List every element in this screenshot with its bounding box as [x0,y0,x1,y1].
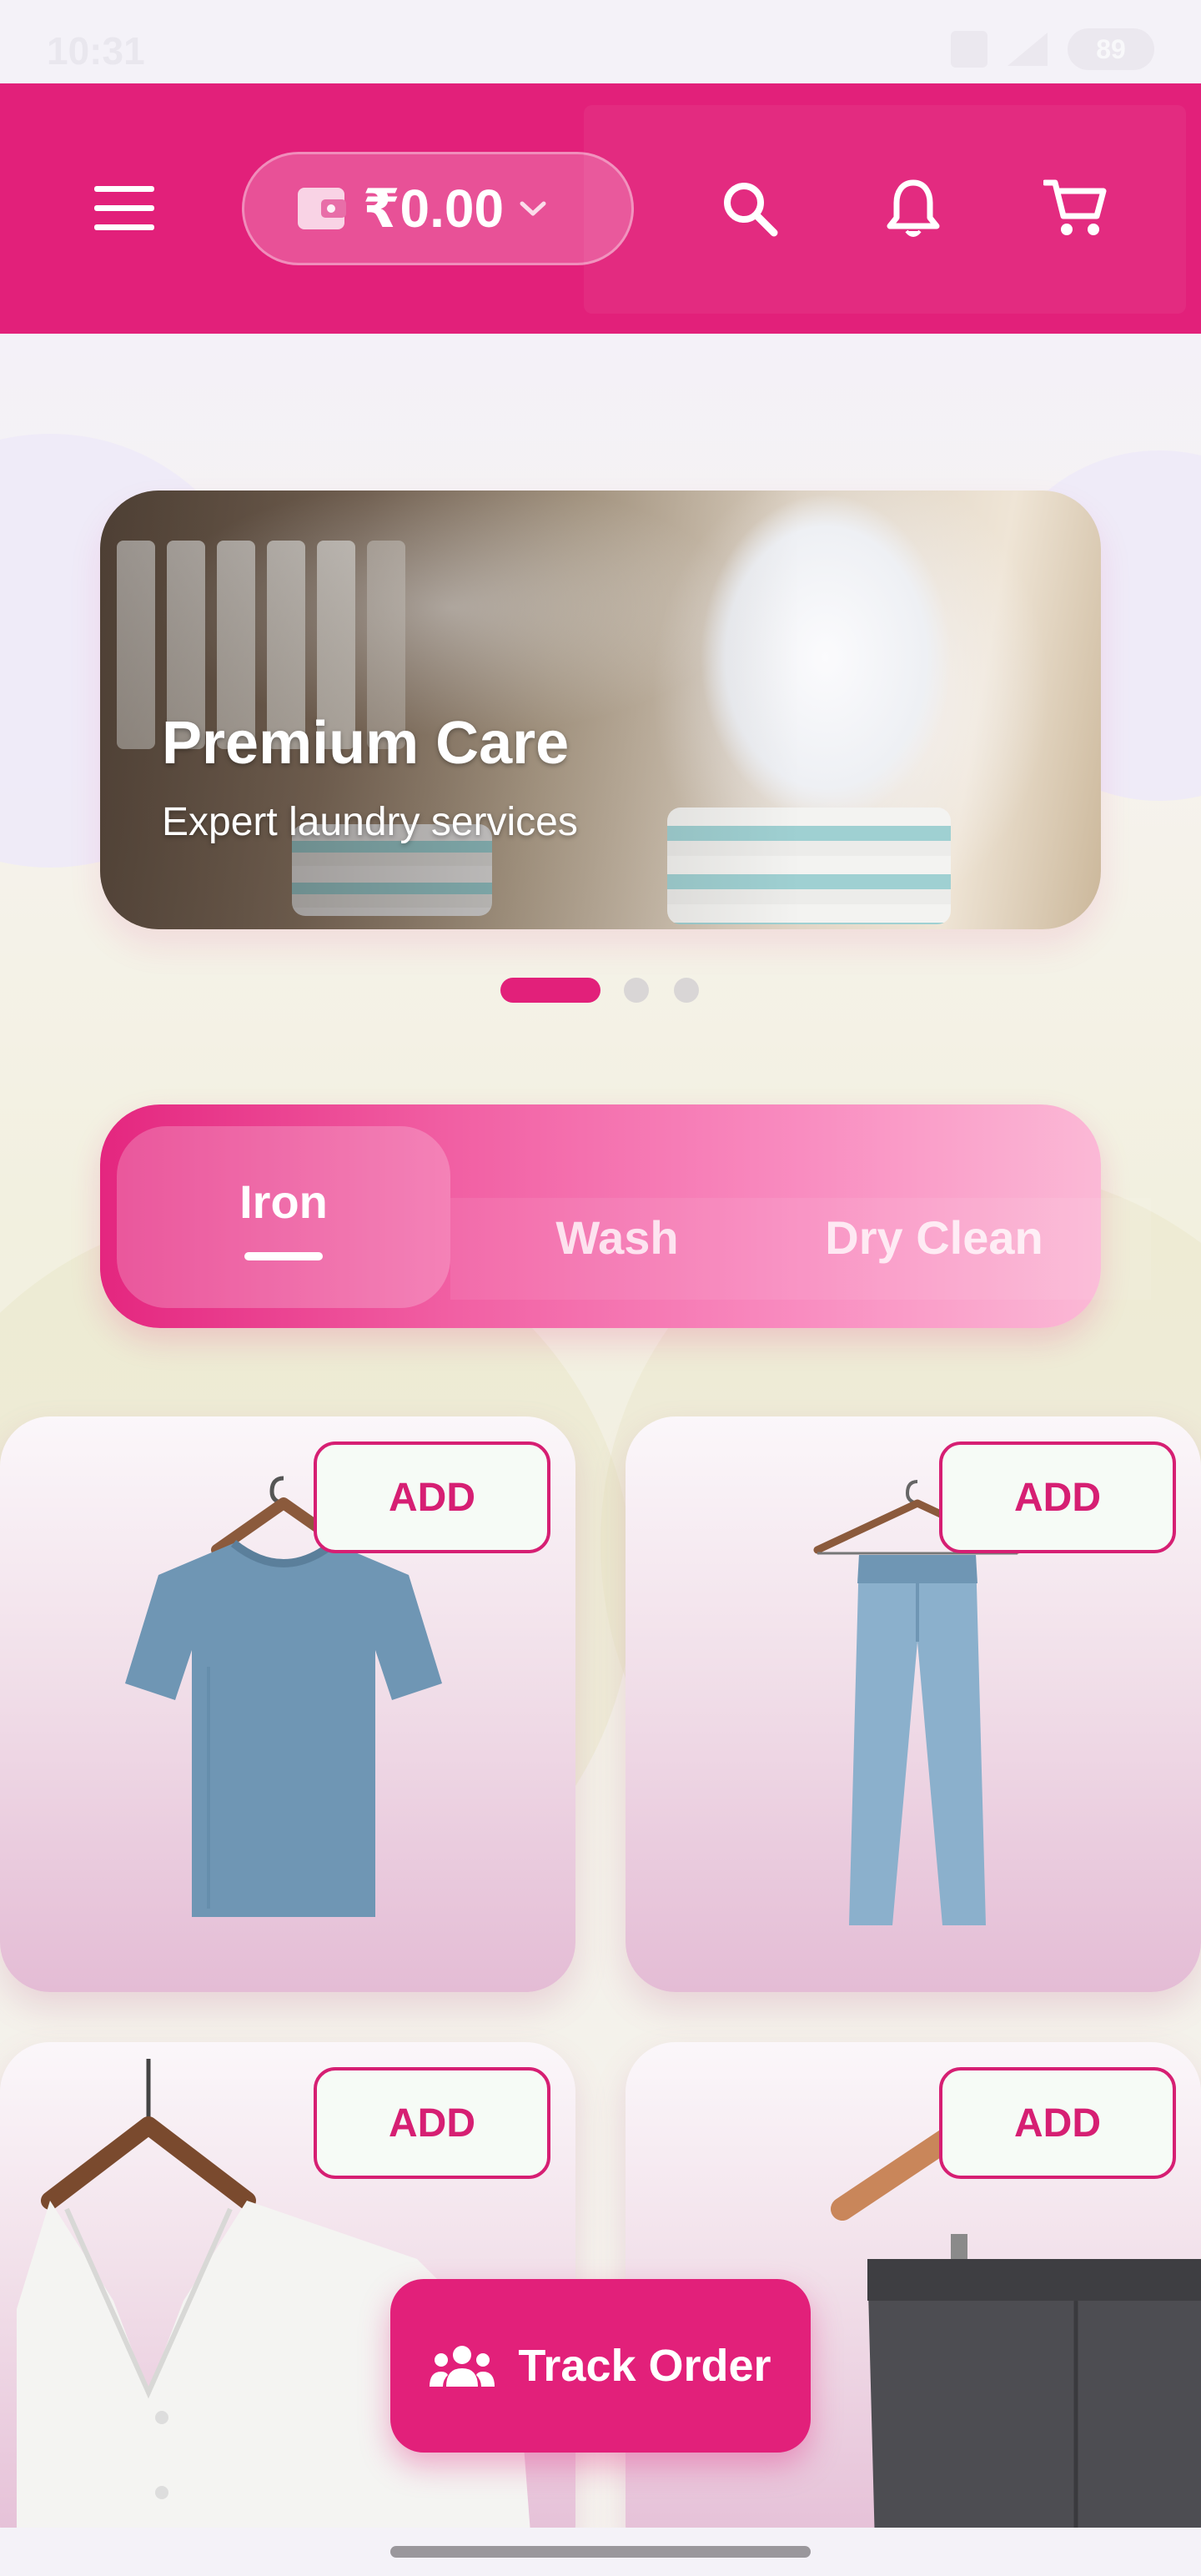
service-tabs: Iron Wash Dry Clean [100,1104,1151,1328]
banner-subtitle: Expert laundry services [162,800,578,844]
notification-status-icon [951,31,987,68]
status-bar: 10:31 89 [0,0,1201,83]
track-order-button[interactable]: Track Order [390,2279,811,2453]
add-button[interactable]: ADD [314,2067,550,2179]
search-icon [724,183,778,237]
product-card-tshirt[interactable]: ADD [0,1416,575,1992]
product-card-jeans[interactable]: ADD [626,1416,1201,1992]
menu-icon [94,186,154,230]
carousel-dot[interactable] [624,978,649,1003]
add-button[interactable]: ADD [939,2067,1176,2179]
status-time: 10:31 [47,29,145,73]
notifications-button[interactable] [867,163,959,254]
signal-icon [1008,33,1048,66]
group-icon [430,2346,495,2387]
battery-level: 89 [1096,33,1126,64]
tab-iron[interactable]: Iron [117,1126,450,1308]
chevron-down-icon [520,201,546,216]
track-order-label: Track Order [518,2341,771,2391]
banner-title: Premium Care [162,710,570,777]
status-icons: 89 [951,28,1154,70]
wallet-balance-button[interactable]: ₹0.00 [242,152,634,265]
promo-banner[interactable]: Premium Care Expert laundry services [100,491,1101,929]
menu-button[interactable] [78,163,170,254]
battery-icon: 89 [1068,28,1154,70]
tab-indicator [244,1251,323,1260]
wallet-amount: ₹0.00 [363,178,505,239]
add-button[interactable]: ADD [939,1441,1176,1553]
search-button[interactable] [704,163,796,254]
carousel-dot[interactable] [674,978,699,1003]
tab-label: Wash [555,1210,679,1264]
carousel-dot-active[interactable] [500,978,600,1003]
add-button[interactable]: ADD [314,1441,550,1553]
tab-dry-clean[interactable]: Dry Clean [792,1146,1076,1328]
cart-button[interactable] [1029,163,1121,254]
bell-icon [887,179,940,237]
tab-label: Dry Clean [825,1210,1043,1264]
cart-icon [1043,179,1107,235]
wallet-icon [298,188,346,229]
tab-label: Iron [239,1175,328,1228]
tab-wash[interactable]: Wash [492,1146,742,1328]
home-gesture-bar[interactable] [390,2546,811,2558]
